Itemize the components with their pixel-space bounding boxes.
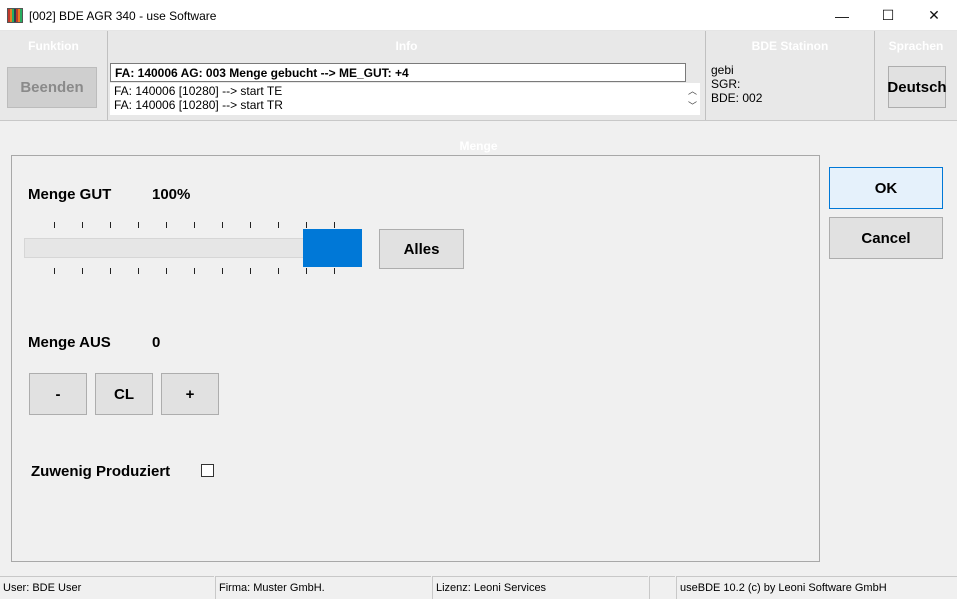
title-bar: [002] BDE AGR 340 - use Software — ☐ ✕ (0, 0, 957, 31)
minimize-icon[interactable]: — (819, 0, 865, 31)
menge-gut-label: Menge GUT (28, 186, 112, 203)
slider-tick (250, 222, 251, 228)
slider-tick (306, 222, 307, 228)
slider-tick (334, 222, 335, 228)
station-info: gebi SGR: BDE: 002 (711, 63, 762, 105)
station-line: BDE: 002 (711, 91, 763, 105)
slider-tick (166, 222, 167, 228)
zuwenig-checkbox[interactable] (201, 464, 214, 477)
status-firma: Firma: Muster GmbH. (215, 576, 431, 599)
slider-tick (222, 268, 223, 274)
app-icon (7, 8, 23, 23)
close-icon[interactable]: ✕ (911, 0, 957, 31)
slider-tick (194, 268, 195, 274)
slider-tick (110, 268, 111, 274)
language-button[interactable]: Deutsch (887, 66, 947, 108)
slider-tick (194, 222, 195, 228)
slider-tick (306, 268, 307, 274)
alles-button[interactable]: Alles (379, 229, 464, 269)
decrement-button[interactable]: - (29, 373, 87, 415)
station-line: gebi (711, 63, 734, 77)
slider-tick (278, 268, 279, 274)
clear-button[interactable]: CL (95, 373, 153, 415)
beenden-button[interactable]: Beenden (7, 67, 97, 108)
info-current-message: FA: 140006 AG: 003 Menge gebucht --> ME_… (110, 63, 686, 82)
slider-tick (278, 222, 279, 228)
station-title: BDE Statinon (751, 39, 829, 53)
info-log-entry: FA: 140006 [10280] --> start TR (114, 98, 283, 112)
station-line: SGR: (711, 77, 741, 91)
status-empty (649, 576, 675, 599)
zuwenig-label: Zuwenig Produziert (31, 463, 171, 480)
slider-tick (222, 222, 223, 228)
slider-ticks-top (54, 222, 335, 228)
scroll-up-icon[interactable]: ︿ (688, 84, 697, 97)
info-log-list[interactable]: FA: 140006 [10280] --> start TE FA: 1400… (110, 83, 700, 115)
info-title: Info (395, 39, 418, 53)
slider-tick (250, 268, 251, 274)
slider-tick (166, 268, 167, 274)
maximize-icon[interactable]: ☐ (865, 0, 911, 31)
cancel-button[interactable]: Cancel (829, 217, 943, 259)
status-lizenz: Lizenz: Leoni Services (432, 576, 648, 599)
menge-gut-value: 100% (152, 186, 191, 203)
status-version: useBDE 10.2 (c) by Leoni Software GmbH (676, 576, 957, 599)
increment-button[interactable]: + (161, 373, 219, 415)
window-title: [002] BDE AGR 340 - use Software (29, 9, 217, 23)
slider-tick (110, 222, 111, 228)
slider-tick (54, 268, 55, 274)
slider-tick (82, 268, 83, 274)
slider-tick (138, 268, 139, 274)
slider-tick (334, 268, 335, 274)
sprachen-title: Sprachen (888, 39, 944, 53)
slider-tick (54, 222, 55, 228)
slider-thumb[interactable] (303, 229, 362, 267)
status-user: User: BDE User (0, 576, 214, 599)
funktion-title: Funktion (28, 39, 79, 53)
status-bar: User: BDE User Firma: Muster GmbH. Lizen… (0, 576, 957, 599)
menge-aus-value: 0 (152, 334, 161, 351)
info-log-entry: FA: 140006 [10280] --> start TE (114, 84, 283, 98)
scroll-down-icon[interactable]: ﹀ (688, 99, 697, 112)
slider-tick (82, 222, 83, 228)
slider-ticks-bottom (54, 268, 335, 274)
menge-title: Menge (459, 139, 498, 153)
menge-aus-label: Menge AUS (28, 334, 111, 351)
ok-button[interactable]: OK (829, 167, 943, 209)
menge-panel (11, 155, 820, 562)
slider-tick (138, 222, 139, 228)
